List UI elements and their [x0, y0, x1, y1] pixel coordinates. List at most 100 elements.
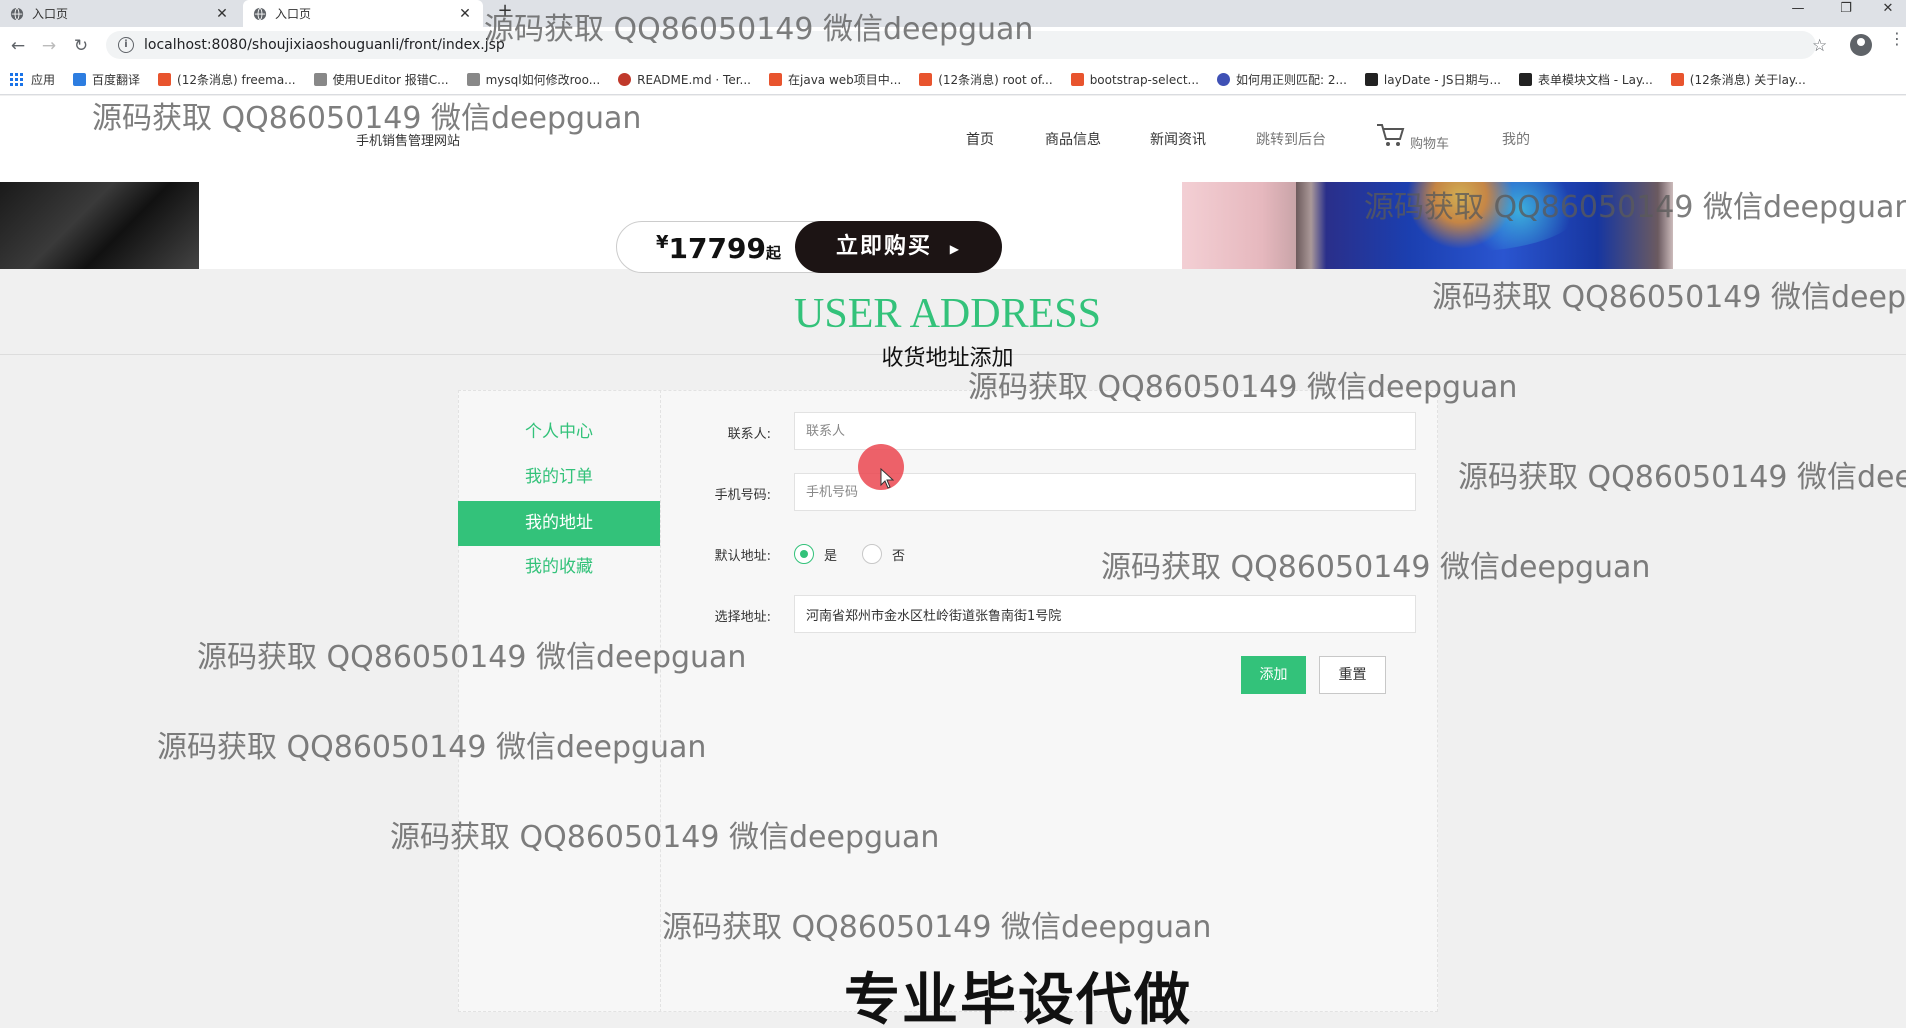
watermark-text: 源码获取 QQ86050149 微信deepguan — [1364, 190, 1906, 225]
minimize-icon[interactable]: — — [1776, 0, 1820, 20]
bookmark-item[interactable]: 使用UEditor 报错C... — [313, 71, 449, 88]
watermark-text: 源码获取 QQ86050149 微信deepguan — [662, 910, 1212, 945]
contact-label: 联系人: — [727, 427, 771, 442]
tab-title: 入口页 — [32, 7, 69, 21]
cart-icon[interactable] — [1376, 122, 1406, 148]
browser-menu-icon[interactable]: ⋮ — [1889, 31, 1905, 47]
reset-button[interactable]: 重置 — [1319, 656, 1386, 694]
bookmark-item[interactable]: 百度翻译 — [73, 71, 140, 88]
banner-dark-image — [0, 182, 199, 269]
close-icon[interactable]: ✕ — [214, 6, 230, 22]
nav-home[interactable]: 首页 — [966, 129, 994, 149]
watermark-text: 源码获取 QQ86050149 微信deepguan — [968, 370, 1518, 405]
tab-title: 入口页 — [275, 7, 312, 21]
layui-icon — [1364, 73, 1378, 86]
watermark-text: 源码获取 QQ86050149 微信deepguan — [197, 640, 747, 675]
forward-icon[interactable]: → — [39, 36, 59, 56]
watermark-text: 源码获取 QQ86050149 微信dee — [1458, 460, 1906, 495]
add-button[interactable]: 添加 — [1241, 656, 1306, 694]
bookmarks-bar: 应用 百度翻译 (12条消息) freema... 使用UEditor 报错C.… — [0, 65, 1906, 95]
paw-icon — [1216, 73, 1230, 86]
bookmark-item[interactable]: bootstrap-select... — [1070, 72, 1199, 87]
bookmark-label: (12条消息) root of... — [938, 73, 1053, 87]
default-yes-radio[interactable] — [794, 544, 814, 564]
bookmark-item[interactable]: 如何用正则匹配: 2... — [1216, 71, 1347, 88]
csdn-icon — [1670, 73, 1684, 86]
close-icon[interactable]: ✕ — [457, 6, 473, 22]
default-yes-label: 是 — [824, 549, 838, 564]
watermark-text: 源码获取 QQ86050149 微信deepg — [1432, 280, 1906, 315]
bookmark-label: 应用 — [31, 73, 56, 87]
nav-admin[interactable]: 跳转到后台 — [1256, 129, 1326, 149]
price-symbol: ¥ — [656, 232, 669, 253]
mouse-cursor-icon — [880, 468, 894, 489]
bookmark-item[interactable]: 在java web项目中... — [769, 71, 901, 88]
site-icon — [1070, 73, 1084, 86]
bookmark-label: README.md · Ter... — [637, 72, 751, 87]
site-icon — [313, 73, 327, 86]
sidebar-item-profile[interactable]: 个人中心 — [458, 410, 660, 455]
price-suffix: 起 — [765, 244, 781, 262]
buy-now-button[interactable]: 立即购买 ▶ — [795, 221, 1002, 273]
address-label: 选择地址: — [714, 610, 771, 625]
default-address-label: 默认地址: — [714, 549, 771, 564]
info-icon[interactable]: i — [118, 37, 134, 53]
reload-icon[interactable]: ↻ — [71, 36, 91, 56]
banner-price: ¥17799起 — [656, 232, 781, 265]
watermark-text: 源码获取 QQ86050149 微信deepguan — [92, 101, 642, 136]
site-icon — [466, 73, 480, 86]
sidebar-item-address[interactable]: 我的地址 — [458, 501, 660, 546]
default-no-radio[interactable] — [862, 544, 882, 564]
page-title-cn: 收货地址添加 — [881, 346, 1014, 371]
bookmark-item[interactable]: (12条消息) root of... — [919, 71, 1053, 88]
bookmark-label: mysql如何修改roo... — [485, 73, 601, 87]
phone-label: 手机号码: — [714, 488, 771, 503]
nav-cart[interactable]: 购物车 — [1410, 133, 1449, 152]
bookmark-item[interactable]: layDate - JS日期与... — [1364, 71, 1501, 88]
gitee-icon — [618, 73, 632, 86]
back-icon[interactable]: ← — [8, 36, 28, 56]
bookmark-item[interactable]: (12条消息) freema... — [158, 71, 296, 88]
bookmark-label: 使用UEditor 报错C... — [332, 73, 449, 87]
watermark-slogan: 专业毕设代做 — [844, 968, 1192, 1028]
layui-icon — [1518, 73, 1532, 86]
nav-mine[interactable]: 我的 — [1502, 129, 1530, 149]
price-value: 17799 — [668, 232, 766, 265]
bookmark-label: 在java web项目中... — [788, 73, 902, 87]
bookmark-item[interactable]: (12条消息) 关于lay... — [1670, 71, 1806, 88]
default-no-label: 否 — [892, 549, 906, 564]
play-arrow-icon: ▶ — [949, 242, 961, 256]
user-sidebar: 个人中心 我的订单 我的地址 我的收藏 — [458, 390, 661, 1012]
nav-products[interactable]: 商品信息 — [1045, 129, 1101, 149]
browser-tab-active[interactable]: 入口页 ✕ — [243, 0, 483, 27]
sidebar-item-orders[interactable]: 我的订单 — [458, 455, 660, 500]
csdn-icon — [919, 73, 933, 86]
watermark-text: 源码获取 QQ86050149 微信deepguan — [1101, 550, 1651, 585]
window-close-icon[interactable]: ✕ — [1866, 0, 1906, 20]
profile-avatar-icon[interactable] — [1850, 34, 1872, 56]
nav-news[interactable]: 新闻资讯 — [1150, 129, 1206, 149]
apps-grid-icon — [10, 73, 23, 86]
restore-icon[interactable]: ❐ — [1824, 0, 1868, 20]
address-input[interactable] — [794, 595, 1416, 633]
bookmark-label: 表单模块文档 - Lay... — [1537, 73, 1653, 87]
bookmark-label: 如何用正则匹配: 2... — [1235, 73, 1347, 87]
globe-icon — [10, 7, 24, 20]
url-text: localhost:8080/shoujixiaoshouguanli/fron… — [144, 37, 505, 53]
bookmark-label: bootstrap-select... — [1089, 72, 1199, 87]
bookmark-apps[interactable]: 应用 — [10, 71, 55, 88]
globe-icon — [253, 7, 267, 20]
bookmark-item[interactable]: mysql如何修改roo... — [466, 71, 601, 88]
sidebar-item-favorites[interactable]: 我的收藏 — [458, 545, 660, 590]
bookmark-item[interactable]: 表单模块文档 - Lay... — [1518, 71, 1653, 88]
watermark-text: 源码获取 QQ86050149 微信deepguan — [390, 820, 940, 855]
bookmark-item[interactable]: README.md · Ter... — [618, 73, 751, 87]
translate-icon — [73, 73, 87, 86]
banner-phone-image — [1182, 182, 1296, 269]
watermark-text: 源码获取 QQ86050149 微信deepguan — [157, 730, 707, 765]
csdn-icon — [158, 73, 172, 86]
browser-tab[interactable]: 入口页 ✕ — [0, 0, 240, 27]
watermark-text: 源码获取 QQ86050149 微信deepguan — [484, 12, 1034, 47]
bookmark-label: layDate - JS日期与... — [1383, 73, 1501, 87]
bookmark-star-icon[interactable]: ☆ — [1812, 36, 1827, 56]
